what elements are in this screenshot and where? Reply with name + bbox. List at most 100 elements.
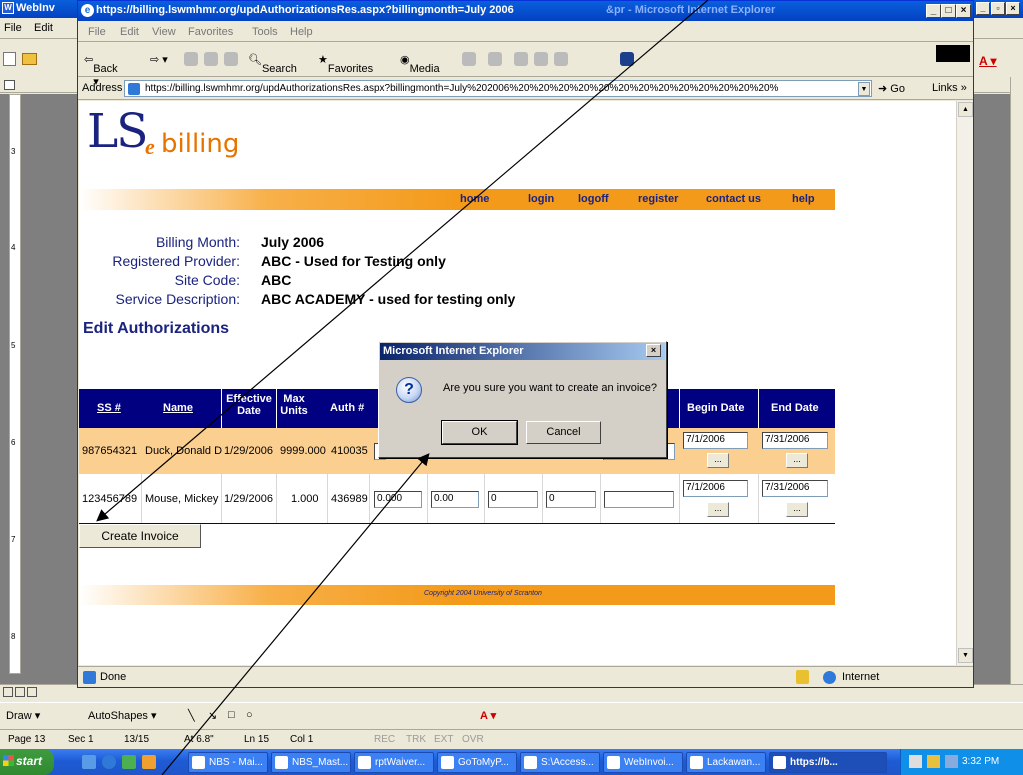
autoshapes-menu[interactable]: AutoShapes ▾ (88, 709, 157, 722)
create-invoice-button[interactable]: Create Invoice (79, 524, 201, 548)
arrow-tool-icon[interactable]: ↘ (208, 709, 217, 722)
scroll-up-icon[interactable]: ▲ (958, 102, 973, 117)
print-icon[interactable] (514, 52, 528, 66)
ie-menu-tools[interactable]: Tools (252, 26, 278, 38)
history-icon[interactable] (462, 52, 476, 66)
discuss-icon[interactable] (554, 52, 568, 66)
status-trk[interactable]: TRK (406, 734, 426, 745)
forward-button[interactable]: ⇨ ▾ (150, 53, 168, 66)
begin-date-picker-button[interactable]: ... (707, 453, 729, 468)
volume-icon[interactable] (927, 755, 940, 768)
font-color-icon[interactable]: A ▾ (979, 54, 997, 68)
status-pages: 13/15 (124, 734, 150, 745)
ie-menu-help[interactable]: Help (290, 26, 313, 38)
quick-launch-icon[interactable] (122, 755, 136, 769)
rate-input[interactable]: 0.00 (431, 491, 479, 508)
address-dropdown-icon[interactable]: ▼ (858, 82, 870, 96)
nav-home[interactable]: home (460, 193, 489, 205)
nav-login[interactable]: login (528, 193, 554, 205)
taskbar-item[interactable]: NBS - Mai... (188, 752, 268, 773)
refresh-icon[interactable] (204, 52, 218, 66)
end-date-input[interactable]: 7/31/2006 (762, 480, 828, 497)
ie-vertical-scrollbar[interactable]: ▲ ▼ (956, 101, 973, 665)
edit-icon[interactable] (534, 52, 548, 66)
font-color-tool-icon[interactable]: A ▾ (480, 709, 496, 722)
windows-logo-icon (3, 755, 14, 766)
amount-input[interactable]: 0 (488, 491, 538, 508)
show-desktop-icon[interactable] (82, 755, 96, 769)
nav-contact-us[interactable]: contact us (706, 193, 761, 205)
status-ovr[interactable]: OVR (462, 734, 484, 745)
ie-menu-view[interactable]: View (152, 26, 176, 38)
taskbar-item[interactable]: S:\Access... (520, 752, 600, 773)
tray-icon[interactable] (909, 755, 922, 768)
end-date-picker-button[interactable]: ... (786, 502, 808, 517)
word-close-button[interactable]: × (1006, 2, 1020, 15)
end-date-picker-button[interactable]: ... (786, 453, 808, 468)
media-button[interactable]: ◉ Media (400, 53, 440, 75)
taskbar-item-active[interactable]: https://b... (769, 752, 887, 773)
taskbar-item-label: GoToMyP... (458, 757, 509, 768)
draw-menu[interactable]: Draw ▾ (6, 709, 40, 722)
cancel-button[interactable]: Cancel (526, 421, 601, 444)
internet-explorer-icon[interactable] (102, 755, 116, 769)
open-folder-icon[interactable] (22, 53, 37, 65)
ie-minimize-button[interactable]: _ (926, 4, 941, 18)
search-button[interactable]: 🔍︎ Search (248, 53, 297, 75)
clock[interactable]: 3:32 PM (962, 756, 999, 767)
toolbar-extension-icon[interactable] (620, 52, 634, 66)
col-ss[interactable]: SS # (97, 402, 121, 414)
begin-date-picker-button[interactable]: ... (707, 502, 729, 517)
web-view-icon[interactable] (15, 687, 25, 697)
new-document-icon[interactable] (3, 52, 16, 66)
status-rec[interactable]: REC (374, 734, 395, 745)
ie-maximize-button[interactable]: □ (941, 4, 956, 18)
ie-close-button[interactable]: × (956, 4, 971, 18)
count-input[interactable]: 0 (546, 491, 596, 508)
begin-date-input[interactable]: 7/1/2006 (683, 432, 748, 449)
begin-date-input[interactable]: 7/1/2006 (683, 480, 748, 497)
nav-logoff[interactable]: logoff (578, 193, 609, 205)
home-icon[interactable] (224, 52, 238, 66)
links-button[interactable]: Links » (932, 82, 967, 94)
line-tool-icon[interactable]: ╲ (188, 709, 195, 722)
lock-icon[interactable] (796, 670, 809, 684)
nav-help[interactable]: help (792, 193, 815, 205)
back-button[interactable]: ⇦ Back ▾ (84, 53, 118, 88)
network-icon[interactable] (945, 755, 958, 768)
start-button[interactable]: start (0, 749, 54, 775)
taskbar-item[interactable]: GoToMyP... (437, 752, 517, 773)
ie-menu-edit[interactable]: Edit (120, 26, 139, 38)
word-menu-edit[interactable]: Edit (34, 22, 53, 34)
nav-register[interactable]: register (638, 193, 678, 205)
ie-menu-favorites[interactable]: Favorites (188, 26, 233, 38)
ie-menu-file[interactable]: File (88, 26, 106, 38)
taskbar-item[interactable]: Lackawan... (686, 752, 766, 773)
rectangle-tool-icon[interactable]: □ (228, 709, 235, 721)
ok-button[interactable]: OK (441, 420, 518, 445)
stop-icon[interactable] (184, 52, 198, 66)
go-button[interactable]: ➜ Go (878, 82, 905, 95)
normal-view-icon[interactable] (3, 687, 13, 697)
tab-selector-icon[interactable] (4, 80, 15, 90)
oval-tool-icon[interactable]: ○ (246, 709, 253, 721)
taskbar-item[interactable]: NBS_Mast... (271, 752, 351, 773)
dialog-close-button[interactable]: × (646, 344, 661, 357)
word-minimize-button[interactable]: _ (976, 2, 990, 15)
status-ext[interactable]: EXT (434, 734, 453, 745)
mail-icon[interactable] (488, 52, 502, 66)
word-vertical-scrollbar[interactable] (1010, 77, 1023, 687)
end-date-input[interactable]: 7/31/2006 (762, 432, 828, 449)
word-menu-file[interactable]: File (4, 22, 22, 34)
taskbar-item[interactable]: rptWaiver... (354, 752, 434, 773)
word-restore-button[interactable]: ▫ (991, 2, 1005, 15)
address-input[interactable]: https://billing.lswmhmr.org/updAuthoriza… (124, 80, 872, 97)
col-name[interactable]: Name (163, 402, 193, 414)
note-input[interactable] (604, 491, 674, 508)
favorites-button[interactable]: ★ Favorites (318, 53, 373, 75)
print-view-icon[interactable] (27, 687, 37, 697)
taskbar-item[interactable]: WebInvoi... (603, 752, 683, 773)
units-input[interactable]: 0.000 (374, 491, 422, 508)
scroll-down-icon[interactable]: ▼ (958, 648, 973, 663)
quick-launch-icon[interactable] (142, 755, 156, 769)
